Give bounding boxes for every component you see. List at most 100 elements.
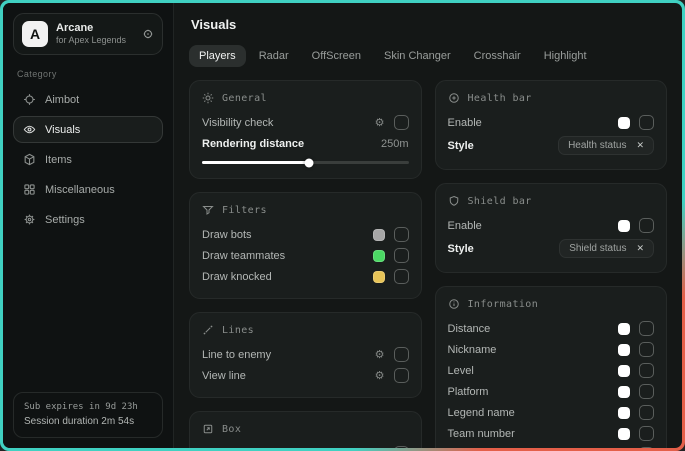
setting-row: Enable xyxy=(448,215,655,236)
tab-highlight[interactable]: Highlight xyxy=(534,45,597,67)
dropdown-value: Shield status xyxy=(569,243,626,254)
draw-bots-checkbox[interactable] xyxy=(394,227,409,242)
setting-label: Draw knocked xyxy=(202,271,272,283)
brand-name: Arcane xyxy=(56,22,126,36)
color-swatch[interactable] xyxy=(618,365,630,377)
tab-crosshair[interactable]: Crosshair xyxy=(464,45,531,67)
tab-radar[interactable]: Radar xyxy=(249,45,299,67)
panel-header: Shield bar xyxy=(448,195,655,207)
sidebar-item-items[interactable]: Items xyxy=(13,146,163,173)
setting-label: Style xyxy=(448,243,474,255)
color-swatch[interactable] xyxy=(618,117,630,129)
setting-label: Style xyxy=(448,140,474,152)
panel-header: Filters xyxy=(202,204,409,216)
sidebar-item-aimbot[interactable]: Aimbot xyxy=(13,86,163,113)
setting-row: Enable xyxy=(448,112,655,133)
setting-label: Legend name xyxy=(448,407,515,419)
color-swatch[interactable] xyxy=(618,323,630,335)
color-swatch[interactable] xyxy=(618,428,630,440)
health-enable-checkbox[interactable] xyxy=(639,115,654,130)
sidebar: A Arcane for Apex Legends Category Aimbo… xyxy=(3,3,174,448)
page-title: Visuals xyxy=(191,17,667,32)
draw-knocked-checkbox[interactable] xyxy=(394,269,409,284)
sidebar-nav: Aimbot Visuals Items xyxy=(13,86,163,233)
sidebar-item-label: Items xyxy=(45,154,72,166)
panel-title: Information xyxy=(468,299,539,310)
session-duration-text: Session duration 2m 54s xyxy=(24,414,152,429)
subscription-card: Sub expires in 9d 23h Session duration 2… xyxy=(13,392,163,439)
distance-checkbox[interactable] xyxy=(639,321,654,336)
panel-shield-bar: Shield bar Enable Style Shield status xyxy=(435,183,668,273)
level-checkbox[interactable] xyxy=(639,363,654,378)
color-swatch[interactable] xyxy=(373,229,385,241)
tab-offscreen[interactable]: OffScreen xyxy=(302,45,371,67)
setting-label: Line to enemy xyxy=(202,349,271,361)
view-line-checkbox[interactable] xyxy=(394,368,409,383)
setting-row: Draw knocked xyxy=(202,266,409,287)
sun-icon xyxy=(202,92,214,104)
sidebar-item-settings[interactable]: Settings xyxy=(13,206,163,233)
visibility-check-checkbox[interactable] xyxy=(394,115,409,130)
color-swatch[interactable] xyxy=(373,271,385,283)
legend-name-checkbox[interactable] xyxy=(639,405,654,420)
setting-label: Team number xyxy=(448,428,515,440)
shield-enable-checkbox[interactable] xyxy=(639,218,654,233)
row-gear-icon[interactable]: ⚙ xyxy=(375,370,385,381)
panel-header: Health bar xyxy=(448,92,655,104)
sidebar-item-visuals[interactable]: Visuals xyxy=(13,116,163,143)
left-column: General Visibility check ⚙ Rendering dis… xyxy=(189,80,422,448)
slider-fill xyxy=(202,161,309,164)
panel-title: Box xyxy=(222,424,241,435)
tab-bar: Players Radar OffScreen Skin Changer Cro… xyxy=(189,45,667,67)
crosshair-icon xyxy=(23,93,36,106)
tab-skin-changer[interactable]: Skin Changer xyxy=(374,45,461,67)
brand-card[interactable]: A Arcane for Apex Legends xyxy=(13,13,163,55)
panel-title: General xyxy=(222,93,267,104)
color-swatch[interactable] xyxy=(618,407,630,419)
brand-logo: A xyxy=(22,21,48,47)
box-enable-checkbox[interactable] xyxy=(394,446,409,448)
row-gear-icon[interactable]: ⚙ xyxy=(375,117,385,128)
cube-icon xyxy=(23,153,36,166)
tab-players[interactable]: Players xyxy=(189,45,246,67)
funnel-icon xyxy=(202,204,214,216)
panel-general: General Visibility check ⚙ Rendering dis… xyxy=(189,80,422,179)
draw-teammates-checkbox[interactable] xyxy=(394,248,409,263)
clear-icon[interactable]: ✕ xyxy=(636,140,644,151)
health-style-dropdown[interactable]: Health status ✕ xyxy=(558,136,654,155)
slider-thumb[interactable] xyxy=(305,158,314,167)
row-gear-icon[interactable]: ⚙ xyxy=(375,349,385,360)
sidebar-item-miscellaneous[interactable]: Miscellaneous xyxy=(13,176,163,203)
setting-label: Enable xyxy=(448,220,482,232)
eye-icon xyxy=(23,123,36,136)
setting-row: Nickname xyxy=(448,339,655,360)
weapon-in-hands-checkbox[interactable] xyxy=(639,447,654,448)
setting-row: Legend name xyxy=(448,402,655,423)
setting-row: Enable xyxy=(202,443,409,448)
color-swatch[interactable] xyxy=(373,250,385,262)
color-swatch[interactable] xyxy=(618,220,630,232)
rendering-distance-slider[interactable] xyxy=(202,158,409,167)
brand-subtitle: for Apex Legends xyxy=(56,35,126,46)
setting-row: Distance xyxy=(448,318,655,339)
panel-box: Box Enable Enable background xyxy=(189,411,422,448)
setting-label: Rendering distance xyxy=(202,138,304,150)
platform-checkbox[interactable] xyxy=(639,384,654,399)
setting-label: Enable xyxy=(202,448,236,449)
line-to-enemy-checkbox[interactable] xyxy=(394,347,409,362)
setting-label: Nickname xyxy=(448,344,497,356)
right-column: Health bar Enable Style Health status xyxy=(435,80,668,448)
color-swatch[interactable] xyxy=(618,344,630,356)
color-swatch[interactable] xyxy=(373,448,385,449)
setting-row: Rendering distance 250m xyxy=(202,133,409,154)
nickname-checkbox[interactable] xyxy=(639,342,654,357)
dropdown-value: Health status xyxy=(568,140,626,151)
setting-row: Line to enemy ⚙ xyxy=(202,344,409,365)
color-swatch[interactable] xyxy=(618,386,630,398)
setting-row: Team number xyxy=(448,423,655,444)
clear-icon[interactable]: ✕ xyxy=(636,243,644,254)
setting-label: Draw teammates xyxy=(202,250,285,262)
team-number-checkbox[interactable] xyxy=(639,426,654,441)
target-icon[interactable] xyxy=(142,28,154,40)
shield-style-dropdown[interactable]: Shield status ✕ xyxy=(559,239,654,258)
